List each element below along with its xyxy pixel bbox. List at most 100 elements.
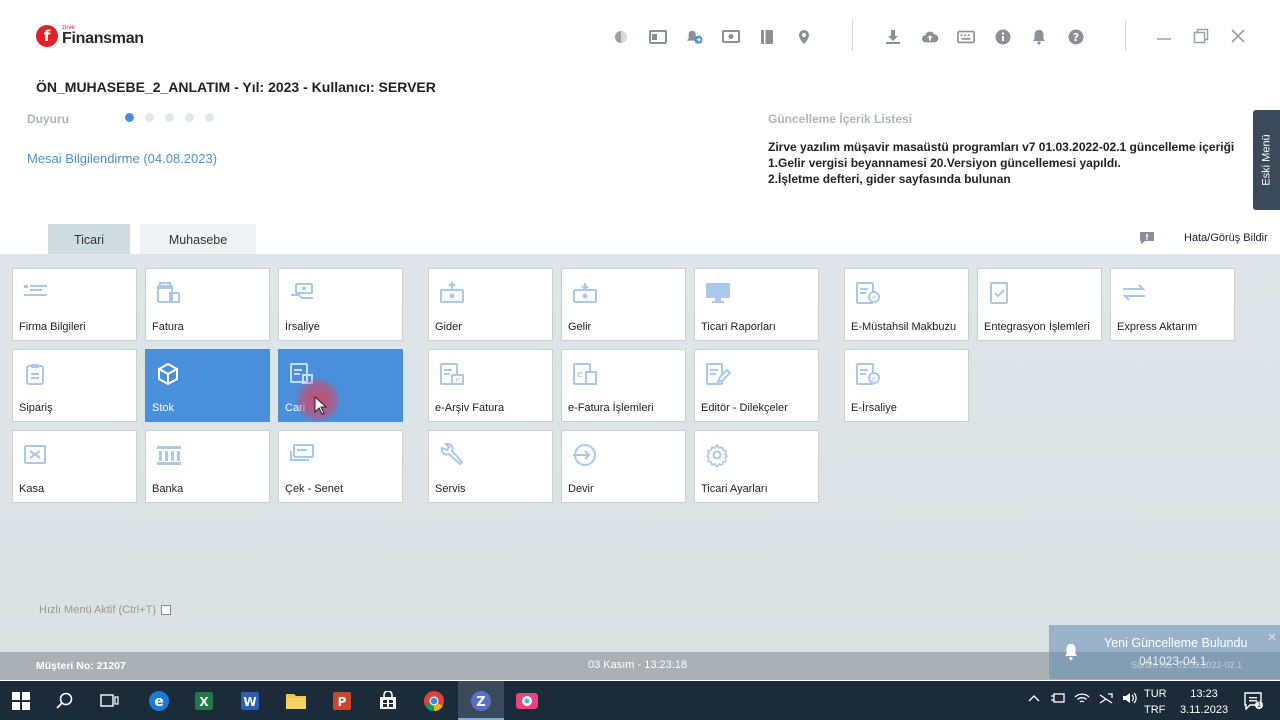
tile-banka[interactable]: Banka <box>145 430 270 503</box>
windows-start-icon[interactable] <box>8 688 34 714</box>
tile-editor-dilekceler[interactable]: Editör - Dilekçeler <box>694 349 819 422</box>
taskbar-clock[interactable]: 13:23 3.11.2023 <box>1179 686 1229 718</box>
bell-icon[interactable] <box>1030 28 1048 46</box>
word-icon[interactable]: W <box>237 688 263 714</box>
notification-badge-icon[interactable] <box>685 28 703 46</box>
pager-dot[interactable] <box>145 113 154 122</box>
old-menu-label: Eski Menü <box>1260 134 1273 186</box>
battery-plug-icon[interactable] <box>1050 691 1066 705</box>
tile-gelir[interactable]: Gelir <box>561 268 686 341</box>
tile-cek-senet[interactable]: Çek - Senet <box>278 430 403 503</box>
quick-menu-checkbox[interactable] <box>161 605 172 615</box>
window-controls <box>1154 26 1265 46</box>
close-icon[interactable]: ✕ <box>1267 630 1277 644</box>
book-icon[interactable] <box>758 28 776 46</box>
notification-center-icon[interactable]: 1 <box>1244 692 1264 715</box>
quick-menu-toggle[interactable]: Hızlı Menü Aktif (Ctrl+T) <box>39 604 172 616</box>
location-pin-icon[interactable] <box>795 28 813 46</box>
pager-dot[interactable] <box>185 113 194 122</box>
tile-kasa[interactable]: Kasa <box>12 430 137 503</box>
panel-icon[interactable] <box>648 28 667 46</box>
tab-muhasebe[interactable]: Muhasebe <box>140 224 256 255</box>
tile-stok[interactable]: Stok <box>145 349 270 422</box>
dispatch-icon <box>291 283 313 299</box>
task-view-icon[interactable] <box>97 688 123 714</box>
keyboard-icon[interactable] <box>957 28 975 46</box>
tile-siparis[interactable]: Sipariş <box>12 349 137 422</box>
feedback-button[interactable]: Hata/Görüş Bildir <box>1139 231 1268 245</box>
system-tray <box>1028 691 1138 705</box>
wifi-icon[interactable] <box>1074 691 1090 705</box>
carry-over-icon <box>573 444 596 466</box>
tile-label: Ticari Ayarları <box>701 483 768 495</box>
chevron-up-icon[interactable] <box>1028 693 1040 703</box>
store-icon[interactable] <box>375 688 401 714</box>
cloud-upload-icon[interactable] <box>921 28 939 46</box>
logo-name: Finansman <box>62 30 144 47</box>
svg-text:e: e <box>154 694 164 710</box>
tile-devir[interactable]: Devir <box>561 430 686 503</box>
tile-entegrasyon-islemleri[interactable]: Entegrasyon İşlemleri <box>977 268 1102 341</box>
tile-ticari-ayarlari[interactable]: Ticari Ayarları <box>694 430 819 503</box>
tile-label: Fatura <box>152 321 184 333</box>
download-icon[interactable] <box>884 28 902 46</box>
svg-text:P: P <box>338 695 347 709</box>
bank-icon <box>157 446 181 465</box>
zirve-app-icon[interactable]: Z <box>468 688 494 714</box>
excel-icon[interactable]: X <box>191 688 217 714</box>
tile-firma-bilgileri[interactable]: Firma Bilgileri <box>12 268 137 341</box>
tile-irsaliye[interactable]: İrsaliye <box>278 268 403 341</box>
restore-icon[interactable] <box>1191 26 1211 46</box>
screen-recorder-icon[interactable] <box>514 688 540 714</box>
close-icon[interactable] <box>1228 26 1248 46</box>
windows-taskbar: e X W P Z <box>0 681 1280 720</box>
tile-label: Gelir <box>568 321 592 333</box>
tile-servis[interactable]: Servis <box>428 430 553 503</box>
powerpoint-icon[interactable]: P <box>329 688 355 714</box>
chrome-icon[interactable] <box>421 688 447 714</box>
pager-dot[interactable] <box>125 113 134 122</box>
pager-dot[interactable] <box>165 113 174 122</box>
tile-label: İrsaliye <box>285 321 320 333</box>
tile-e-arsiv-fatura[interactable]: e e-Arşiv Fatura <box>428 349 553 422</box>
page-title: ÖN_MUHASEBE_2_ANLATIM - Yıl: 2023 - Kull… <box>36 79 436 95</box>
tile-ticari-raporlari[interactable]: Ticari Raporları <box>694 268 819 341</box>
file-explorer-icon[interactable] <box>283 688 309 714</box>
svg-text:Z: Z <box>476 695 485 710</box>
tile-express-aktarim[interactable]: Express Aktarım <box>1110 268 1235 341</box>
network-icon[interactable] <box>1098 691 1114 705</box>
tile-gider[interactable]: Gider <box>428 268 553 341</box>
theme-icon[interactable] <box>612 28 630 46</box>
tile-label: Gider <box>435 321 462 333</box>
tile-e-irsaliye[interactable]: e E-İrsaliye <box>844 349 969 422</box>
language-indicator[interactable]: TUR TRF <box>1144 686 1167 718</box>
income-icon <box>573 283 597 303</box>
tile-fatura[interactable]: Fatura <box>145 268 270 341</box>
feedback-label: Hata/Görüş Bildir <box>1184 232 1268 244</box>
cash-register-icon <box>24 445 46 464</box>
update-toast[interactable]: Yeni Güncelleme Bulundu Sürüm No: 01.03.… <box>1049 625 1280 679</box>
tab-ticari[interactable]: Ticari <box>48 224 130 255</box>
tile-e-fatura-islemleri[interactable]: e e-Fatura İşlemleri <box>561 349 686 422</box>
search-icon[interactable] <box>52 688 78 714</box>
announcement-link[interactable]: Mesai Bilgilendirme (04.08.2023) <box>27 151 217 166</box>
pager-dot[interactable] <box>205 113 214 122</box>
expense-icon <box>440 281 464 303</box>
help-icon[interactable]: ? <box>1067 28 1085 46</box>
tile-label: Kasa <box>19 483 45 495</box>
minimize-icon[interactable] <box>1154 26 1174 46</box>
info-icon[interactable] <box>994 28 1012 46</box>
svg-text:e: e <box>455 376 459 384</box>
e-invoice-icon: e <box>573 363 597 385</box>
toast-title: Yeni Güncelleme Bulundu <box>1104 636 1248 650</box>
volume-icon[interactable] <box>1122 691 1138 705</box>
screen-share-icon[interactable] <box>721 28 740 46</box>
clipboard-icon <box>26 364 44 385</box>
tile-cari[interactable]: Cari <box>278 349 403 422</box>
invoice-icon <box>157 282 180 303</box>
tile-e-mustahsil-makbuzu[interactable]: e E-Müstahsil Makbuzu <box>844 268 969 341</box>
toolbar-separator-2 <box>1125 20 1126 50</box>
old-menu-button[interactable]: Eski Menü <box>1253 110 1280 210</box>
e-archive-icon: e <box>440 363 464 385</box>
edge-browser-icon[interactable]: e <box>146 688 172 714</box>
